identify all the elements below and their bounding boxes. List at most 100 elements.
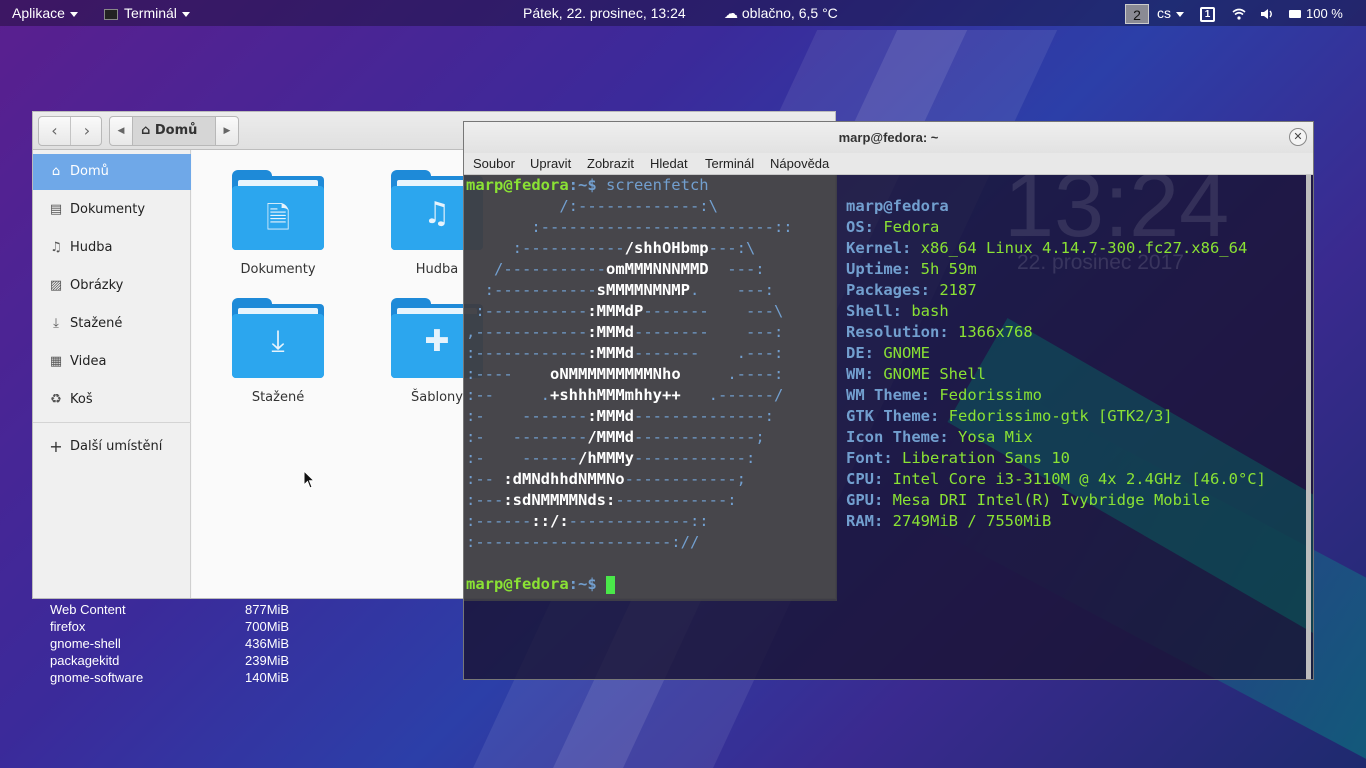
- input-method-indicator[interactable]: 1: [1200, 0, 1215, 26]
- logo-segment: :---------------------://: [466, 533, 700, 551]
- logo-segment: -------------::: [568, 512, 709, 530]
- volume-icon[interactable]: [1260, 0, 1274, 26]
- logo-segment: :dMNdhhdNMMNo: [503, 470, 625, 488]
- wifi-icon[interactable]: [1232, 0, 1246, 26]
- logo-segment: /MMMd: [587, 428, 634, 446]
- prompt-line: marp@fedora:~$: [466, 574, 615, 595]
- logo-segment: :- ------: [466, 449, 578, 467]
- prompt-user: marp@fedora: [466, 176, 569, 194]
- logo-segment: :----: [466, 365, 550, 383]
- menu-search[interactable]: Hledat: [650, 153, 688, 175]
- chevron-down-icon: [69, 11, 78, 17]
- menu-view[interactable]: Zobrazit: [587, 153, 634, 175]
- menu-terminal[interactable]: Terminál: [705, 153, 754, 175]
- close-button[interactable]: ✕: [1289, 128, 1307, 146]
- logo-line: :- ------/hMMMy------------:: [466, 448, 755, 469]
- info-value: Fedora: [883, 218, 940, 236]
- forward-button[interactable]: ›: [71, 117, 103, 145]
- weather-indicator[interactable]: ☁ oblačno, 6,5 °C: [724, 0, 838, 26]
- info-key: Resolution:: [846, 323, 949, 341]
- sidebar-item-downloads[interactable]: ⤓ Stažené: [33, 306, 191, 342]
- sidebar-item-documents[interactable]: ▤ Dokumenty: [33, 192, 191, 228]
- logo-line: :- --------/MMMd-------------;: [466, 427, 765, 448]
- keyboard-layout-menu[interactable]: cs: [1157, 0, 1184, 26]
- info-line: Font: Liberation Sans 10: [846, 448, 1070, 469]
- info-key: OS:: [846, 218, 874, 236]
- terminal-title: marp@fedora: ~: [838, 130, 939, 145]
- info-value: 5h 59m: [920, 260, 977, 278]
- sidebar-divider: [33, 422, 191, 423]
- path-segment-label: Domů: [154, 123, 198, 138]
- logo-segment: .----:: [680, 365, 784, 383]
- image-icon: ▨: [49, 278, 63, 293]
- logo-segment: ,------------: [466, 323, 588, 341]
- terminal-output[interactable]: 13:24 22. prosinec 2017 marp@fedora:~$ s…: [464, 175, 1313, 679]
- sidebar-item-home[interactable]: ⌂ Domů: [33, 154, 191, 190]
- sidebar-item-label: Obrázky: [70, 278, 124, 293]
- info-line: Packages: 2187: [846, 280, 977, 301]
- terminal-titlebar[interactable]: marp@fedora: ~ ✕: [464, 122, 1313, 153]
- logo-segment: -------------:\: [577, 197, 718, 215]
- path-bar: ◀ ⌂ Domů ▶: [109, 116, 239, 146]
- folder-item-documents[interactable]: 🗎 Dokumenty: [211, 170, 341, 290]
- sidebar-item-label: Dokumenty: [70, 202, 146, 217]
- battery-label: 100 %: [1306, 6, 1343, 21]
- logo-segment: -------------;: [634, 428, 765, 446]
- sidebar-item-other-locations[interactable]: + Další umístění: [33, 429, 191, 465]
- clock[interactable]: Pátek, 22. prosinec, 13:24: [523, 0, 686, 26]
- logo-line: :- -------:MMMd--------------:: [466, 406, 774, 427]
- process-row: gnome-shell 436MiB: [50, 635, 310, 652]
- sidebar-item-videos[interactable]: ▦ Videa: [33, 344, 191, 380]
- path-scroll-left-button[interactable]: ◀: [110, 117, 132, 145]
- terminal-window: marp@fedora: ~ ✕ Soubor Upravit Zobrazit…: [463, 121, 1314, 680]
- chevron-down-icon: [1176, 11, 1184, 17]
- info-line: GPU: Mesa DRI Intel(R) Ivybridge Mobile: [846, 490, 1210, 511]
- folder-label: Dokumenty: [240, 262, 316, 277]
- logo-segment: . ---:: [689, 281, 774, 299]
- applications-menu[interactable]: Aplikace: [12, 0, 78, 26]
- info-key: CPU:: [846, 470, 884, 488]
- logo-line: :-- :dMNdhhdNMMNo------------;: [466, 469, 746, 490]
- keyboard-layout-label: cs: [1157, 5, 1171, 21]
- logo-line: :------::/:-------------::: [466, 511, 709, 532]
- menu-file[interactable]: Soubor: [473, 153, 515, 175]
- logo-segment: :MMMdP: [587, 302, 644, 320]
- logo-segment: ---:\: [708, 239, 756, 257]
- process-memory: 239MiB: [245, 653, 290, 668]
- logo-segment: :---: [466, 491, 504, 509]
- terminal-icon: [104, 8, 118, 20]
- info-line: OS: Fedora: [846, 217, 939, 238]
- process-name: gnome-software: [50, 670, 144, 685]
- text-cursor: [605, 575, 615, 594]
- info-line: Uptime: 5h 59m: [846, 259, 977, 280]
- app-menu-terminal[interactable]: Terminál: [104, 0, 190, 26]
- sidebar-item-pictures[interactable]: ▨ Obrázky: [33, 268, 191, 304]
- process-memory: 700MiB: [245, 619, 290, 634]
- info-key: Icon Theme:: [846, 428, 949, 446]
- process-row: firefox 700MiB: [50, 618, 310, 635]
- menu-edit[interactable]: Upravit: [530, 153, 571, 175]
- logo-segment: :-----------: [466, 239, 625, 257]
- home-icon: ⌂: [141, 123, 151, 138]
- input-method-icon: 1: [1200, 6, 1215, 22]
- path-scroll-right-button[interactable]: ▶: [216, 117, 238, 145]
- process-memory-list: Web Content 877MiB firefox 700MiB gnome-sh…: [50, 601, 310, 686]
- path-segment-home[interactable]: ⌂ Domů: [132, 117, 216, 145]
- sidebar-item-label: Koš: [70, 392, 93, 407]
- menu-help[interactable]: Nápověda: [770, 153, 829, 175]
- workspace-indicator[interactable]: 2: [1125, 0, 1149, 26]
- info-value: x86_64 Linux 4.14.7-300.fc27.x86_64: [920, 239, 1248, 257]
- logo-segment: ::/:: [531, 512, 569, 530]
- info-key: Uptime:: [846, 260, 912, 278]
- logo-segment: ------- ---\: [643, 302, 784, 320]
- info-value: 1366x768: [958, 323, 1033, 341]
- folder-item-downloads[interactable]: ⤓ Stažené: [211, 298, 341, 418]
- sidebar-item-trash[interactable]: ♻ Koš: [33, 382, 191, 418]
- folder-icon: ⤓: [232, 298, 324, 378]
- process-name: Web Content: [50, 602, 126, 617]
- scrollbar[interactable]: [1306, 175, 1311, 679]
- battery-indicator[interactable]: 100 %: [1289, 0, 1343, 26]
- logo-line: :---- oNMMMMMMMMMNho .----:: [466, 364, 783, 385]
- sidebar-item-music[interactable]: ♫ Hudba: [33, 230, 191, 266]
- back-button[interactable]: ‹: [39, 117, 71, 145]
